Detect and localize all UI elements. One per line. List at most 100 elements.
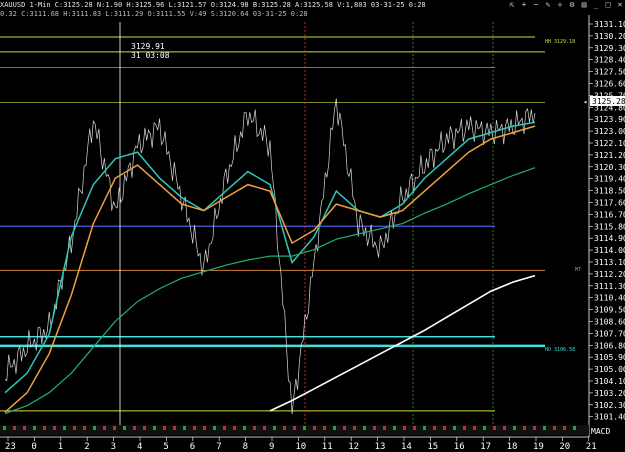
macd-bar <box>543 426 546 430</box>
price-tick-label: 3107.70 <box>594 329 625 338</box>
price-tick-label: 3121.20 <box>594 151 625 160</box>
macd-bar <box>433 426 436 430</box>
macd-bar <box>333 426 336 430</box>
macd-bar <box>313 426 316 430</box>
macd-bar <box>203 426 206 430</box>
macd-bar <box>43 426 46 430</box>
macd-bar <box>463 426 466 430</box>
time-tick-label: 21 <box>586 442 597 452</box>
macd-bar <box>273 426 276 430</box>
price-tick-label: 3108.60 <box>594 318 625 327</box>
price-tick-label: 3123.90 <box>594 115 625 124</box>
macd-bar <box>93 426 96 430</box>
price-tick-label: 3123.00 <box>594 127 625 136</box>
macd-bar <box>33 426 36 430</box>
macd-bar <box>393 426 396 430</box>
price-tick-label: 3109.50 <box>594 306 625 315</box>
macd-bar <box>443 426 446 430</box>
macd-bar <box>453 426 456 430</box>
price-tick-label: 3106.80 <box>594 341 625 350</box>
macd-bar <box>103 426 106 430</box>
price-tick-label: 3101.40 <box>594 413 625 422</box>
price-tick-label: 3127.50 <box>594 68 625 77</box>
price-tick-label: 3122.10 <box>594 139 625 148</box>
price-chart[interactable]: 3131.10 3130.20 3129.30 3128.40 3127.50 3126.… <box>0 0 625 452</box>
macd-bar <box>233 426 236 430</box>
price-tick-label: 3112.20 <box>594 270 625 279</box>
price-tick-label: 3116.70 <box>594 210 625 219</box>
level-label-yellow: HH 3129.18 <box>545 39 575 45</box>
macd-bar <box>113 426 116 430</box>
macd-bar <box>263 426 266 430</box>
macd-bar <box>373 426 376 430</box>
macd-bar <box>553 426 556 430</box>
macd-bar <box>153 426 156 430</box>
time-tick-label: 8 <box>243 442 248 452</box>
price-axis: 3131.10 3130.20 3129.30 3128.40 3127.50 3126.… <box>588 15 625 437</box>
macd-label: MACD <box>591 427 610 436</box>
macd-bar <box>23 426 26 430</box>
macd-bar <box>483 426 486 430</box>
macd-bar <box>353 426 356 430</box>
macd-bar <box>13 426 16 430</box>
macd-bar <box>303 426 306 430</box>
time-tick-label: 15 <box>427 442 438 452</box>
time-tick-label: 5 <box>163 442 168 452</box>
price-tick-label: 3102.30 <box>594 401 625 410</box>
time-tick-label: 16 <box>454 442 465 452</box>
vertical-lines <box>119 22 494 425</box>
time-tick-label: 1 <box>58 442 63 452</box>
macd-bar <box>363 426 366 430</box>
ema-mid-line <box>4 125 536 413</box>
macd-bar <box>283 426 286 430</box>
macd-bar <box>73 426 76 430</box>
macd-bar <box>403 426 406 430</box>
price-tick-label: 3110.40 <box>594 294 625 303</box>
price-tick-label: 3119.40 <box>594 175 625 184</box>
macd-bar <box>293 426 296 430</box>
macd-bar <box>413 426 416 430</box>
macd-bar <box>123 426 126 430</box>
time-tick-label: 18 <box>507 442 518 452</box>
crosshair-time-label: 31 03:08 <box>131 51 170 60</box>
time-tick-label: 19 <box>533 442 544 452</box>
macd-bar <box>523 426 526 430</box>
price-tick-label: 3114.00 <box>594 246 625 255</box>
price-tick-label: 3126.60 <box>594 80 625 89</box>
price-tick-label: 3105.00 <box>594 365 625 374</box>
horizontal-levels <box>0 36 545 412</box>
macd-bar <box>133 426 136 430</box>
time-tick-label: 23 <box>5 442 16 452</box>
macd-bar <box>563 426 566 430</box>
macd-bar <box>253 426 256 430</box>
macd-bar <box>383 426 386 430</box>
time-axis: 230123456789101112131415161718192021Mar … <box>0 425 597 452</box>
time-tick-label: 4 <box>137 442 142 452</box>
price-tick-label: 3111.30 <box>594 282 625 291</box>
time-tick-label: 12 <box>348 442 359 452</box>
crosshair-price-label: 3129.91 <box>131 42 165 51</box>
macd-bar <box>473 426 476 430</box>
macd-bar <box>163 426 166 430</box>
macd-bar <box>323 426 326 430</box>
macd-bar <box>423 426 426 430</box>
time-tick-label: 17 <box>480 442 491 452</box>
price-tick-label: 3131.10 <box>594 20 625 29</box>
ema-fast-line <box>4 121 536 394</box>
macd-bar <box>83 426 86 430</box>
macd-bar <box>143 426 146 430</box>
current-price-label: 3125.28 <box>592 97 625 106</box>
price-tick-label: 3115.80 <box>594 222 625 231</box>
macd-bar <box>63 426 66 430</box>
time-tick-label: 6 <box>190 442 195 452</box>
level-label-cyan: HO 3106.58 <box>545 347 575 353</box>
macd-bar <box>503 426 506 430</box>
macd-bar <box>243 426 246 430</box>
macd-bar <box>213 426 216 430</box>
time-tick-label: 13 <box>375 442 386 452</box>
time-tick-label: 20 <box>559 442 570 452</box>
macd-bar <box>173 426 176 430</box>
macd-bar <box>193 426 196 430</box>
price-tick-label: 3117.60 <box>594 199 625 208</box>
macd-bar <box>223 426 226 430</box>
